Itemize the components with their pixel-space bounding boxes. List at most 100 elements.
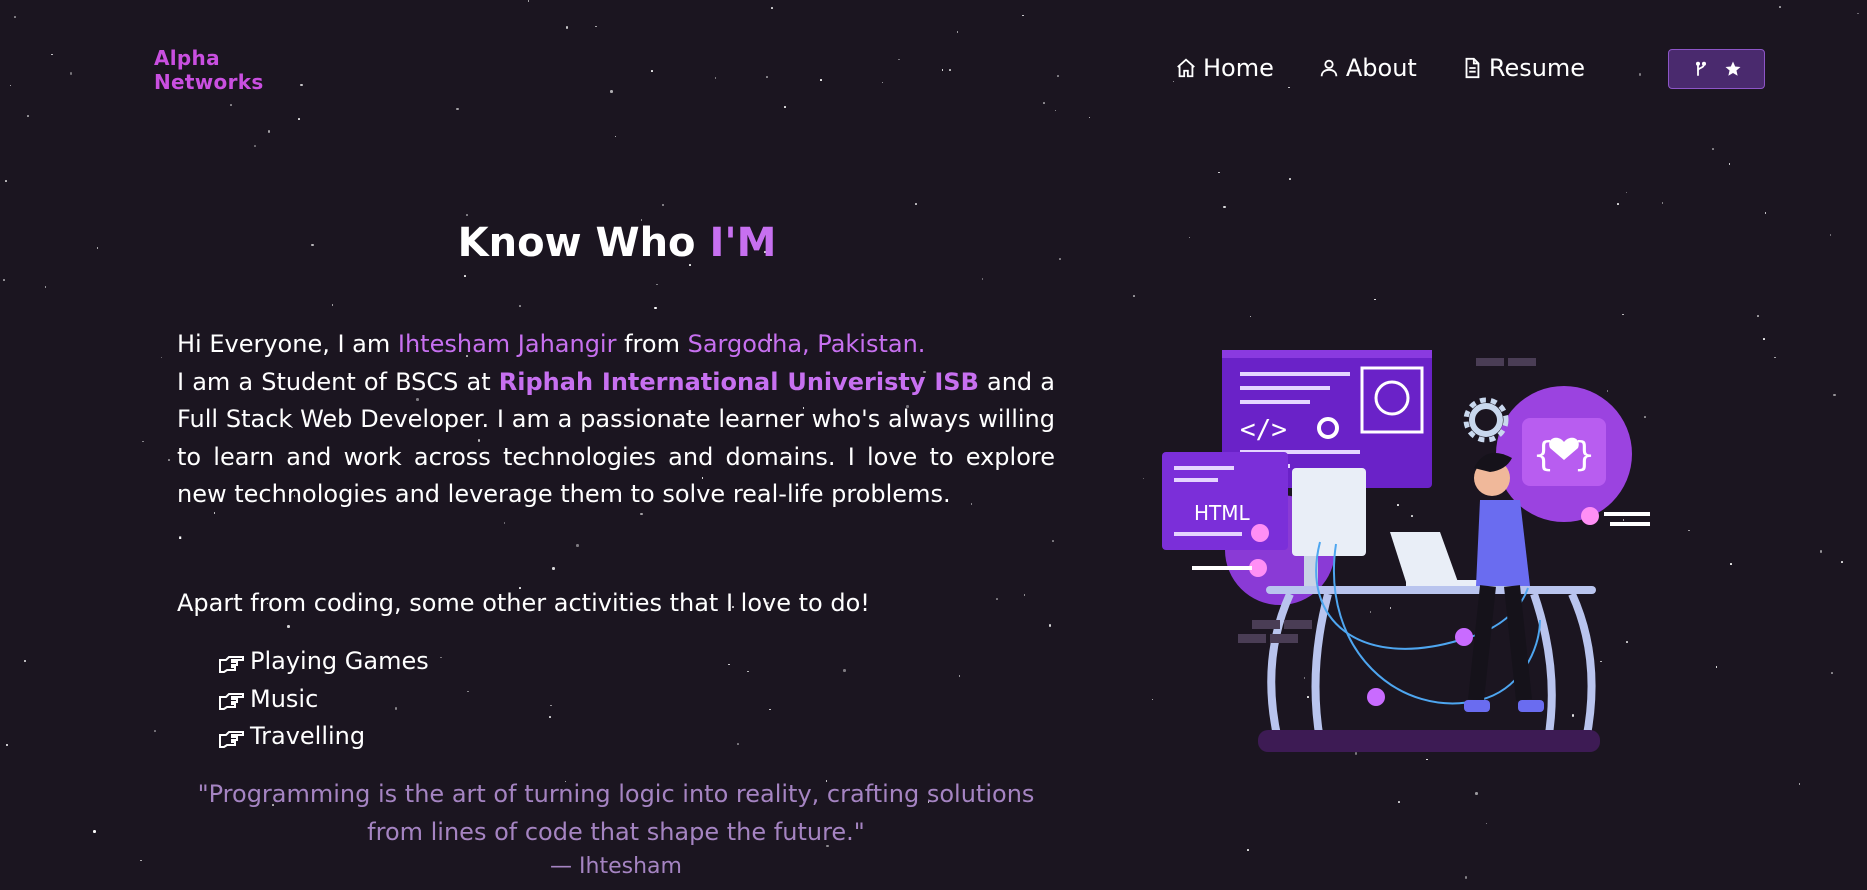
intro-dot: . xyxy=(177,520,184,544)
nav-item-resume[interactable]: Resume xyxy=(1461,50,1585,86)
star-dot xyxy=(160,356,163,359)
star-dot xyxy=(1831,672,1833,674)
developer-illustration: { } </> HTML xyxy=(1162,350,1650,752)
activity-label: Music xyxy=(250,684,319,713)
star-dot xyxy=(714,76,717,79)
star-dot xyxy=(784,106,786,108)
star-dot xyxy=(229,103,232,106)
intro-paragraph: Hi Everyone, I am Ihtesham Jahangir from… xyxy=(177,326,1055,514)
star-dot xyxy=(843,669,846,672)
star-dot xyxy=(1798,783,1801,785)
star-dot xyxy=(1857,12,1859,15)
star-dot xyxy=(1249,315,1252,318)
list-item: Music xyxy=(218,681,429,719)
star-dot xyxy=(1054,109,1057,112)
star-dot xyxy=(1764,212,1767,214)
star-dot xyxy=(550,704,552,707)
list-item: Playing Games xyxy=(218,643,429,681)
star-dot xyxy=(93,830,96,833)
star-dot xyxy=(941,69,944,72)
star-dot xyxy=(440,656,442,659)
star-dot xyxy=(1218,171,1220,174)
star-dot xyxy=(1728,163,1731,165)
star-dot xyxy=(1289,178,1291,180)
star-dot xyxy=(737,743,739,745)
star-dot xyxy=(1485,822,1488,825)
star-dot xyxy=(654,306,657,310)
star-dot xyxy=(1730,563,1732,565)
star-dot xyxy=(9,84,12,87)
star-dot xyxy=(949,69,951,71)
nav-item-about[interactable]: About xyxy=(1318,50,1417,86)
page-title: Know Who I'M xyxy=(0,218,1234,268)
brand-logo[interactable]: Alpha Networks xyxy=(154,46,264,94)
star-dot xyxy=(1841,561,1843,564)
star-dot xyxy=(254,145,256,148)
page-title-prefix: Know Who xyxy=(457,220,710,266)
star-dot xyxy=(820,79,823,81)
star-dot xyxy=(1133,294,1135,297)
star-dot xyxy=(464,275,466,277)
git-fork-icon xyxy=(1695,61,1706,76)
star-dot xyxy=(1757,315,1760,317)
star-dot xyxy=(51,53,53,56)
star-dot xyxy=(898,58,900,61)
star-dot xyxy=(595,25,597,28)
star-dot xyxy=(142,440,145,443)
star-dot xyxy=(576,544,579,547)
user-icon xyxy=(1320,59,1338,77)
star-dot xyxy=(1661,202,1664,205)
star-dot xyxy=(456,107,459,111)
star-dot xyxy=(1622,313,1624,316)
star-dot xyxy=(1617,203,1620,205)
hand-pointer-icon xyxy=(219,655,244,673)
home-icon xyxy=(1177,58,1195,78)
star-dot xyxy=(655,283,658,286)
star-dot xyxy=(1625,191,1628,194)
star-dot xyxy=(527,0,530,2)
brand-logo-line2: Networks xyxy=(154,70,264,94)
star-dot xyxy=(956,31,959,33)
star-dot xyxy=(1088,116,1091,119)
html-card-label: HTML xyxy=(1194,501,1251,525)
star-dot xyxy=(5,180,7,182)
star-dot xyxy=(5,743,9,747)
nav-label-about: About xyxy=(1345,54,1417,82)
intro-text-3: I am a Student of BSCS at xyxy=(177,367,499,396)
star-dot xyxy=(549,716,552,718)
star-dot xyxy=(466,214,468,216)
star-dot xyxy=(69,72,73,75)
star-dot xyxy=(1043,102,1045,104)
star-dot xyxy=(1022,14,1024,17)
star-dot xyxy=(154,730,156,732)
intro-university: Riphah International Univeristy ISB xyxy=(498,367,979,396)
star-dot xyxy=(552,567,555,570)
star-dot xyxy=(44,286,47,288)
quote-text: "Programming is the art of turning logic… xyxy=(197,780,1035,846)
star-dot xyxy=(769,708,771,711)
star-dot xyxy=(915,203,917,205)
intro-text-2: from xyxy=(616,330,688,358)
hand-pointer-icon xyxy=(219,693,244,711)
star-dot xyxy=(1247,849,1249,851)
star-dot xyxy=(614,135,617,138)
quote-author: — Ihtesham xyxy=(550,854,682,879)
star-dot xyxy=(1829,233,1832,236)
star-dot xyxy=(1833,393,1836,397)
hand-pointer-icon xyxy=(219,730,244,748)
star-dot xyxy=(565,26,568,29)
nav-item-home[interactable]: Home xyxy=(1175,50,1274,86)
github-fork-star-button[interactable] xyxy=(1668,49,1765,89)
star-dot xyxy=(1763,337,1765,340)
intro-line-1: Hi Everyone, I am Ihtesham Jahangir from… xyxy=(177,326,1055,364)
star-dot xyxy=(168,459,170,461)
star-dot xyxy=(1023,593,1026,596)
intro-name: Ihtesham Jahangir xyxy=(397,330,617,358)
activities-list: Playing Games Music Travelling xyxy=(218,643,429,756)
activities-title: Apart from coding, some other activities… xyxy=(177,589,870,617)
star-dot xyxy=(1774,356,1776,359)
star-dot xyxy=(651,70,653,72)
star-dot xyxy=(1057,75,1059,77)
star-dot xyxy=(3,279,5,281)
star-dot xyxy=(331,304,334,306)
